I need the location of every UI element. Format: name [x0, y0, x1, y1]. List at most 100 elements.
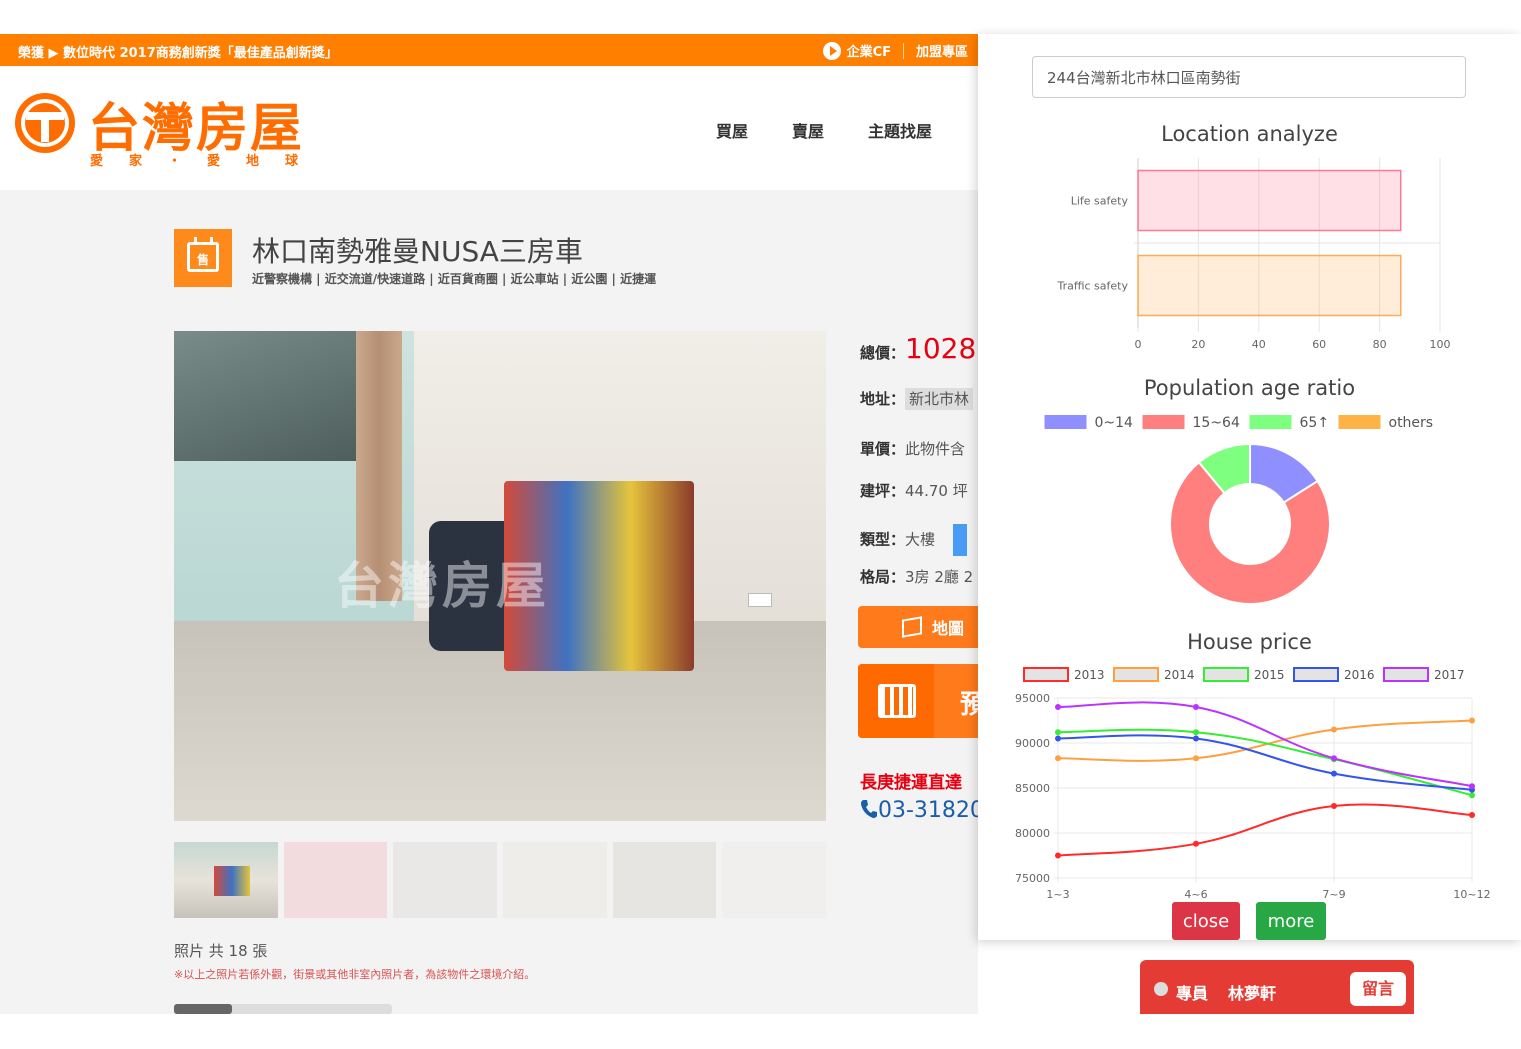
location-bar-chart: 0 20 40 60 80 100 Life safety Traffic safety — [1057, 158, 1451, 350]
data-point — [1055, 755, 1061, 762]
series-line — [1057, 803, 1473, 857]
photo-watermark: 台灣房屋 — [334, 557, 550, 615]
divider — [902, 42, 904, 59]
y-tick-label: 95000 — [1015, 692, 1050, 705]
x-tick-label: 40 — [1252, 338, 1266, 350]
price-value: 1028 — [905, 332, 977, 365]
y-tick-label: 90000 — [1015, 737, 1050, 750]
data-point — [1469, 783, 1475, 790]
legend-swatch — [1249, 415, 1292, 429]
calendar-icon — [878, 684, 916, 718]
legend-label: 15~64 — [1193, 415, 1240, 431]
main-photo[interactable]: 台灣房屋 — [174, 331, 826, 821]
thumbnail[interactable] — [722, 842, 827, 918]
population-chart-title: Population age ratio — [1143, 376, 1356, 400]
play-icon[interactable] — [822, 41, 841, 60]
message-button[interactable]: 留言 — [1350, 972, 1406, 1006]
series-line — [1057, 728, 1473, 797]
data-point — [1469, 812, 1475, 818]
map-button[interactable]: 地圖 — [858, 606, 978, 648]
analysis-panel: Location analyze 0 20 40 60 80 100 Life safety… — [978, 34, 1521, 940]
agent-name: 林夢軒 — [1228, 984, 1277, 1003]
house-price-chart-title: House price — [1187, 630, 1312, 654]
data-point — [1193, 735, 1199, 742]
bar — [1137, 169, 1402, 232]
x-tick-label: 10~12 — [1453, 888, 1490, 901]
thumbnail[interactable] — [393, 842, 498, 918]
population-legend: 0~14 15~64 65↑ others — [1044, 415, 1434, 431]
population-doughnut-chart — [1169, 442, 1331, 605]
data-point — [1469, 717, 1475, 724]
y-tick-label: Life safety — [1071, 195, 1129, 208]
legend-label: 0~14 — [1095, 415, 1134, 431]
thumbnail[interactable] — [612, 842, 717, 918]
data-point — [1193, 704, 1199, 710]
address-input[interactable] — [1032, 56, 1466, 98]
map-icon — [902, 616, 922, 638]
legend-label: 2013 — [1074, 668, 1105, 682]
data-point — [1055, 704, 1061, 710]
data-point — [1055, 729, 1061, 736]
for-sale-badge: 售 — [174, 229, 232, 287]
nav-item-theme-search[interactable]: 主題找屋 — [868, 118, 932, 142]
thumbnail[interactable] — [283, 842, 388, 918]
mrt-info: 長庚捷運直達 — [860, 773, 962, 793]
listing-title: 林口南勢雅曼NUSA三房車 — [252, 235, 583, 268]
main-nav: 買屋 賣屋 主題找屋 — [716, 118, 932, 142]
house-price-line-chart: 2013 2014 2015 2016 2017 75000 80000 85000 90000… — [1015, 667, 1491, 901]
agent-contact-bar: 專員 林夢軒 留言 — [1140, 960, 1414, 1014]
x-tick-label: 4~6 — [1184, 888, 1207, 901]
x-tick-label: 0 — [1135, 338, 1142, 350]
agent-role: 專員 — [1176, 984, 1209, 1003]
site-header: 台灣房屋 愛家・愛地球 買屋 賣屋 主題找屋 — [0, 66, 978, 190]
data-point — [1193, 840, 1199, 847]
legend-swatch — [1113, 667, 1159, 682]
legend-swatch — [1044, 415, 1087, 429]
award-news-link[interactable]: 榮獲 ▶ 數位時代 2017商務創新獎「最佳產品創新獎」 — [18, 42, 338, 61]
logo-icon[interactable] — [12, 90, 78, 156]
y-tick-label: 75000 — [1015, 872, 1050, 885]
legend-swatch — [1293, 667, 1339, 682]
address-value: 新北市林 — [905, 388, 974, 410]
nav-item-sell[interactable]: 賣屋 — [792, 118, 824, 142]
window-in-photo — [174, 331, 364, 461]
legend-label: 2015 — [1254, 668, 1285, 682]
data-point — [1193, 755, 1199, 762]
scrollbar-thumb[interactable] — [174, 1004, 232, 1014]
thumbnail-strip — [174, 842, 827, 918]
corporate-cf-link[interactable]: 企業CF — [847, 41, 891, 60]
data-point — [1331, 726, 1337, 733]
unit-price-row: 單價：此物件含 — [860, 440, 966, 458]
data-point — [1055, 735, 1061, 742]
thumbnail-scrollbar[interactable] — [174, 1004, 392, 1014]
data-point — [1055, 852, 1061, 859]
address-row: 地址： 新北市林 — [860, 388, 974, 410]
calendar-icon: 售 — [187, 237, 219, 272]
legend-label: 2014 — [1164, 668, 1195, 682]
data-point — [1331, 770, 1337, 777]
phone-number[interactable]: 03-31820 — [860, 798, 978, 823]
phone-icon — [861, 800, 877, 818]
thumbnail[interactable] — [174, 842, 278, 918]
close-button[interactable]: close — [1172, 902, 1240, 940]
real-estate-site: 榮獲 ▶ 數位時代 2017商務創新獎「最佳產品創新獎」 企業CF 加盟專區 台… — [0, 34, 978, 1014]
nav-item-buy[interactable]: 買屋 — [716, 118, 748, 142]
reserve-button[interactable]: 預 — [858, 664, 978, 738]
x-tick-label: 20 — [1191, 338, 1205, 350]
data-point — [1469, 792, 1475, 799]
more-button[interactable]: more — [1256, 902, 1326, 940]
legend-label: others — [1389, 415, 1434, 431]
legend-swatch — [1203, 667, 1249, 682]
legend-label: 2017 — [1434, 668, 1465, 682]
x-tick-label: 7~9 — [1322, 888, 1345, 901]
legend-swatch — [1383, 667, 1429, 682]
thumbnail[interactable] — [503, 842, 607, 918]
photo-count: 照片 共 18 張 — [174, 942, 268, 960]
layout-row: 格局：3房 2廳 2 — [860, 568, 974, 586]
x-tick-label: 60 — [1312, 338, 1326, 350]
price-row: 總價：1028 — [860, 332, 977, 365]
franchise-link[interactable]: 加盟專區 — [916, 41, 968, 60]
area-row: 建坪：44.70 坪 — [860, 482, 968, 500]
legend-label: 65↑ — [1300, 415, 1330, 431]
top-announcement-bar: 榮獲 ▶ 數位時代 2017商務創新獎「最佳產品創新獎」 企業CF 加盟專區 — [0, 34, 978, 66]
